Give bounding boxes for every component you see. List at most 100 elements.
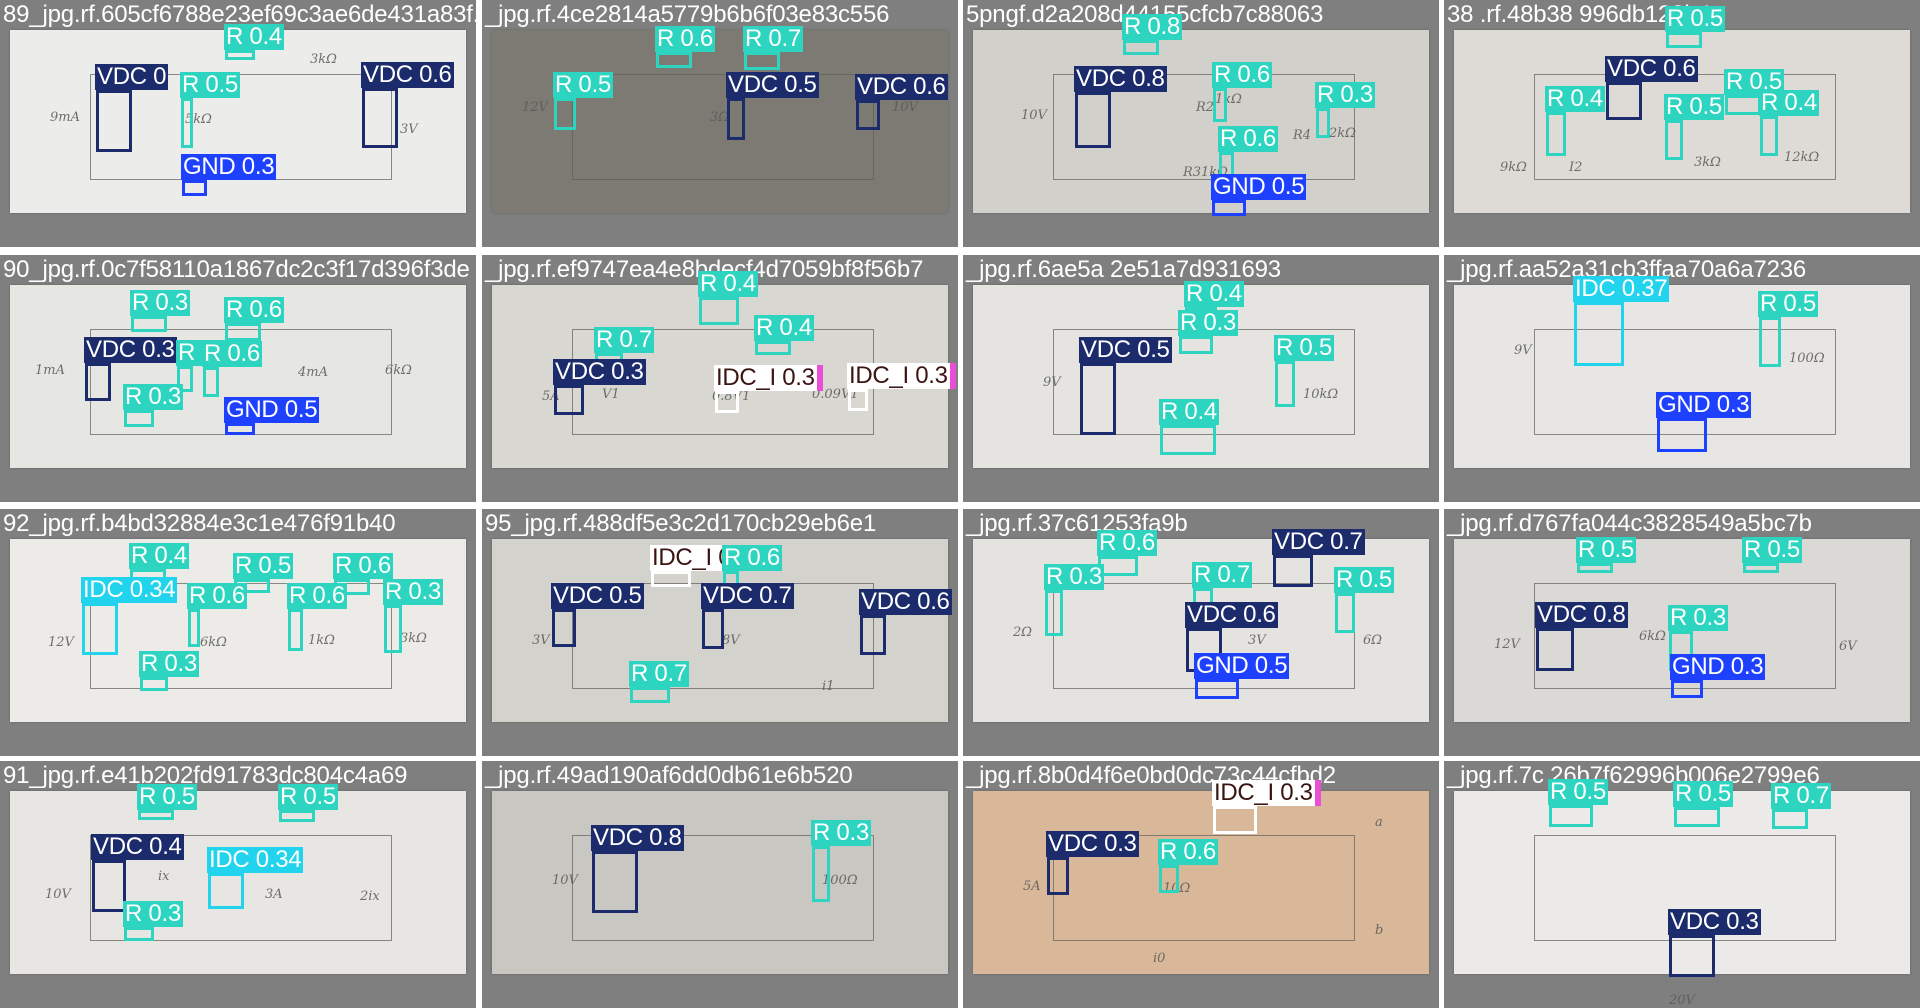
image-tile: 3kΩ 5kΩ 9mA 3V 89_jpg.rf.605cf6788e23ef69c3a… <box>0 0 476 247</box>
bounding-box <box>656 52 692 68</box>
handwritten-label: R3 <box>1183 165 1202 180</box>
handwritten-label: 3V <box>1248 633 1266 648</box>
detection-label: VDC 0.7 <box>701 582 794 609</box>
detection-r: R 0.5 <box>278 784 338 822</box>
detection-idc-i: IDC_I 0.3 <box>714 365 823 413</box>
detection-label: R 0.5 <box>1548 778 1608 805</box>
bounding-box <box>699 297 739 325</box>
image-tile: 9kΩ I2 3kΩ 12kΩ 38 .rf.48b38 996db122b4 R 0.5… <box>1444 0 1920 247</box>
bounding-box <box>182 180 207 196</box>
detection-r: R 0.5 <box>180 72 240 148</box>
detection-r: R 0.3 <box>130 290 190 332</box>
tile-filename: 91_jpg.rf.e41b202fd91783dc804c4a69 <box>3 762 408 789</box>
detection-vdc: VDC 0.7 <box>701 583 794 649</box>
bounding-box <box>384 605 402 653</box>
detection-gnd: GND 0.5 <box>1194 653 1290 699</box>
tile-filename: 90_jpg.rf.0c7f58110a1867dc2c3f17d396f3de <box>3 256 470 283</box>
handwritten-label: ix <box>158 869 170 884</box>
detection-r: R 0.3 <box>1044 564 1104 636</box>
detection-idc: IDC 0.34 <box>81 577 178 655</box>
handwritten-label: 10V <box>1021 108 1047 123</box>
handwritten-label: 2ix <box>360 889 380 904</box>
detection-label: VDC 0.3 <box>553 358 646 385</box>
handwritten-label: 20V <box>1669 993 1695 1008</box>
detection-label: R 0.5 <box>1576 536 1636 563</box>
bounding-box <box>812 846 830 902</box>
handwritten-label: 3V <box>532 633 550 648</box>
detection-r: R 0.5 <box>1664 94 1724 160</box>
detection-r: R 0.6 <box>202 341 262 397</box>
detection-vdc: VDC 0.6 <box>855 74 948 130</box>
bounding-box <box>651 571 691 587</box>
detection-r: R 0.6 <box>1097 530 1157 576</box>
detection-r: R 0.5 <box>1673 781 1733 827</box>
handwritten-label: 10kΩ <box>1303 387 1339 402</box>
bounding-box <box>208 873 244 909</box>
detection-r: R 0.3 <box>383 579 443 653</box>
handwritten-label: 3kΩ <box>310 52 337 67</box>
detection-label: R 0.3 <box>139 650 199 677</box>
detection-label: R 0.3 <box>1178 309 1238 336</box>
handwritten-label: 12kΩ <box>1784 150 1820 165</box>
detection-r: R 0.3 <box>1178 310 1238 354</box>
detection-r: R 0.8 <box>1122 14 1182 55</box>
circuit-wire <box>572 74 874 180</box>
detection-label: R 0.3 <box>1668 604 1728 631</box>
handwritten-label: 3kΩ <box>1694 155 1721 170</box>
detection-label: VDC 0.6 <box>855 73 948 100</box>
detection-r: R 0.5 <box>1724 69 1784 115</box>
bounding-box <box>1335 593 1355 633</box>
bounding-box <box>85 363 111 401</box>
handwritten-label: V1 <box>602 387 620 402</box>
bounding-box <box>1577 563 1613 573</box>
detection-vdc: VDC 0.3 <box>1668 909 1761 977</box>
handwritten-label: 9kΩ <box>1500 160 1527 175</box>
bounding-box <box>1159 865 1179 893</box>
detection-label: VDC 0.3 <box>84 336 177 363</box>
handwritten-label: 6V <box>1839 639 1857 654</box>
detection-label: IDC 0.34 <box>207 846 304 873</box>
bounding-box <box>1275 361 1295 407</box>
detection-label: R 0.4 <box>224 23 284 50</box>
bounding-box <box>1669 935 1715 977</box>
detection-label: VDC 0.5 <box>551 582 644 609</box>
detection-label: VDC 0.3 <box>1046 830 1139 857</box>
detection-label: R 0.5 <box>180 71 240 98</box>
detection-gnd: GND 0.3 <box>1670 654 1766 698</box>
detection-gnd: GND 0.5 <box>1211 174 1307 216</box>
handwritten-label: 10V <box>45 887 71 902</box>
detection-label: GND 0.3 <box>1670 653 1766 680</box>
detection-label: R 0.3 <box>123 900 183 927</box>
detection-r: R 0.6 <box>1158 839 1218 893</box>
detection-idc-i: IDC_I 0.3 <box>847 363 956 411</box>
handwritten-label: R4 <box>1293 128 1312 143</box>
detection-gnd: GND 0.3 <box>1656 392 1752 452</box>
handwritten-label: 10V <box>552 873 578 888</box>
image-tile: 10VR21kΩR42kΩR31kΩ5pngf.d2a208d44155cfcb… <box>963 0 1439 247</box>
detection-label: R 0.7 <box>594 326 654 353</box>
detection-r: R 0.3 <box>1315 82 1375 138</box>
detection-label: R 0.4 <box>1184 280 1244 307</box>
bounding-box <box>96 90 132 152</box>
bounding-box <box>1213 88 1227 122</box>
bounding-box <box>1212 200 1246 216</box>
handwritten-label: 2kΩ <box>1329 126 1356 141</box>
detection-vdc: VDC 0.8 <box>591 825 684 913</box>
bounding-box <box>131 316 167 332</box>
bounding-box <box>554 98 576 130</box>
detection-r: R 0.7 <box>1771 783 1831 829</box>
detection-label: R 0.3 <box>811 819 871 846</box>
detection-r: R 0.6 <box>1212 62 1272 122</box>
handwritten-label: 5A <box>1023 879 1041 894</box>
handwritten-label: 12V <box>48 635 74 650</box>
bounding-box <box>82 603 118 655</box>
bounding-box <box>1725 95 1761 115</box>
detection-label: VDC 0.7 <box>1272 528 1365 555</box>
handwritten-label: 1mA <box>35 363 65 378</box>
bounding-box <box>744 52 780 70</box>
detection-label: VDC 0.6 <box>1605 55 1698 82</box>
bounding-box <box>1098 556 1138 576</box>
detection-label: R 0.7 <box>629 660 689 687</box>
bounding-box <box>1546 112 1566 156</box>
detection-label: R 0.6 <box>1158 838 1218 865</box>
